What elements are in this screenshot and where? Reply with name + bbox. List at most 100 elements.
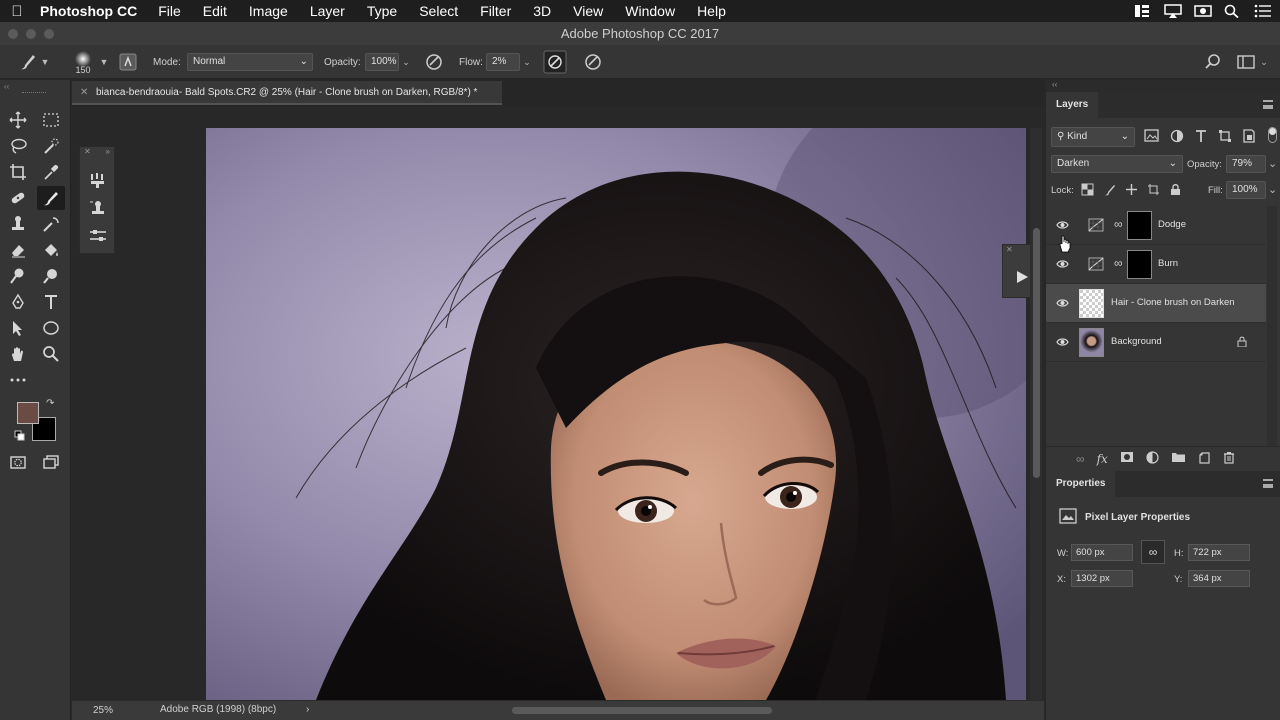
history-brush-tool-icon[interactable]: [37, 212, 65, 236]
chevron-down-icon[interactable]: ⌄: [1268, 183, 1277, 196]
app-menu[interactable]: Photoshop CC: [40, 3, 137, 19]
type-tool-icon[interactable]: [37, 290, 65, 314]
zoom-tool-icon-alt[interactable]: [37, 264, 65, 288]
add-mask-icon[interactable]: [1120, 451, 1134, 466]
default-colors-icon[interactable]: [14, 430, 26, 445]
chevron-down-icon[interactable]: ▼: [38, 57, 52, 67]
quick-selection-tool-icon[interactable]: [37, 134, 65, 158]
link-layers-icon[interactable]: ∞: [1076, 452, 1085, 466]
mode-select[interactable]: Normal ⌄: [187, 53, 313, 71]
visibility-eye-icon[interactable]: [1056, 259, 1069, 269]
y-input[interactable]: 364 px: [1188, 570, 1250, 587]
menu-window[interactable]: Window: [625, 3, 675, 19]
layer-opacity-input[interactable]: 79%: [1226, 155, 1266, 173]
blend-mode-select[interactable]: Darken ⌄: [1051, 155, 1183, 173]
ellipse-tool-icon[interactable]: [37, 316, 65, 340]
brush-settings-icon[interactable]: [89, 171, 107, 192]
chevron-down-icon[interactable]: ⌄: [399, 57, 413, 68]
collapse-toolbar-icon[interactable]: ‹‹: [4, 82, 9, 91]
visibility-eye-icon[interactable]: [1056, 220, 1069, 230]
horizontal-scrollbar-thumb[interactable]: [512, 707, 772, 714]
filter-pixel-icon[interactable]: [1144, 129, 1160, 146]
tab-properties[interactable]: Properties: [1046, 471, 1116, 497]
crop-tool-icon[interactable]: [4, 160, 32, 184]
panel-menu-icon[interactable]: [1263, 479, 1273, 488]
minimize-window-button[interactable]: [26, 29, 36, 39]
fill-input[interactable]: 100%: [1226, 181, 1266, 199]
scrollbar-thumb[interactable]: [1033, 228, 1040, 478]
marquee-tool-icon[interactable]: [37, 108, 65, 132]
layer-row-hair-clone[interactable]: Hair - Clone brush on Darken: [1046, 284, 1266, 323]
panel-dock-collapse[interactable]: ‹‹: [1046, 80, 1280, 92]
pressure-opacity-icon[interactable]: [424, 45, 444, 79]
airplay-icon[interactable]: [1164, 4, 1182, 18]
document-tab[interactable]: ✕ bianca-bendraouia- Bald Spots.CR2 @ 25…: [72, 81, 502, 105]
filter-smart-object-icon[interactable]: [1242, 129, 1256, 146]
screen-record-icon[interactable]: [1194, 4, 1212, 18]
menu-image[interactable]: Image: [249, 3, 288, 19]
pen-tool-icon[interactable]: [4, 290, 32, 314]
notification-center-icon[interactable]: [1254, 4, 1271, 18]
layer-filter-kind[interactable]: ⚲ Kind ⌄: [1051, 127, 1135, 147]
zoom-level-field[interactable]: 25%: [78, 703, 128, 718]
new-group-icon[interactable]: [1171, 451, 1186, 466]
dodge-tool-icon[interactable]: [4, 264, 32, 288]
brush-tool-preset-icon[interactable]: ▼: [18, 45, 52, 79]
visibility-eye-icon[interactable]: [1056, 337, 1069, 347]
layer-row-burn[interactable]: ∞ Burn: [1046, 245, 1266, 284]
eraser-tool-icon[interactable]: [4, 238, 32, 262]
menu-layer[interactable]: Layer: [310, 3, 345, 19]
path-selection-tool-icon[interactable]: [4, 316, 32, 340]
brush-tool-icon[interactable]: [37, 186, 65, 210]
panel-menu-icon[interactable]: [1263, 100, 1273, 109]
menu-edit[interactable]: Edit: [203, 3, 227, 19]
workspace-switcher-icon[interactable]: ⌄: [1237, 45, 1271, 79]
vertical-scrollbar[interactable]: [1030, 128, 1042, 700]
filter-type-icon[interactable]: [1194, 129, 1208, 146]
link-icon[interactable]: ∞: [1114, 256, 1123, 270]
chevron-down-icon[interactable]: ⌄: [520, 57, 534, 68]
move-tool-icon[interactable]: [4, 108, 32, 132]
foreground-color-swatch-front[interactable]: [17, 402, 39, 424]
zoom-tool-icon[interactable]: [37, 342, 65, 366]
chevron-down-icon[interactable]: ⌄: [1257, 57, 1271, 68]
new-adjustment-layer-icon[interactable]: [1146, 450, 1159, 467]
lock-artboard-icon[interactable]: [1147, 183, 1160, 199]
spotlight-search-icon[interactable]: [1224, 4, 1240, 19]
lock-position-icon[interactable]: [1125, 183, 1138, 199]
layer-mask-thumbnail[interactable]: [1127, 211, 1152, 240]
toolbar-grip[interactable]: [22, 92, 46, 95]
filter-toggle-switch[interactable]: [1268, 127, 1277, 143]
close-window-button[interactable]: [8, 29, 18, 39]
adjustments-icon[interactable]: [89, 227, 107, 248]
healing-brush-tool-icon[interactable]: [4, 186, 32, 210]
tab-layers[interactable]: Layers: [1046, 92, 1099, 118]
swap-colors-icon[interactable]: ↷: [46, 398, 54, 409]
chevron-down-icon[interactable]: ⌄: [1268, 157, 1277, 170]
eyedropper-tool-icon[interactable]: [37, 160, 65, 184]
opacity-input[interactable]: 100%: [365, 53, 399, 71]
lock-all-icon[interactable]: [1169, 183, 1182, 199]
close-icon[interactable]: ✕: [1006, 245, 1013, 254]
brush-panel-toggle-icon[interactable]: [118, 45, 138, 79]
clone-stamp-tool-icon[interactable]: [4, 212, 32, 236]
layer-mask-thumbnail[interactable]: [1127, 250, 1152, 279]
clone-source-icon[interactable]: [89, 199, 107, 220]
brush-size-picker[interactable]: 150: [72, 45, 94, 79]
document-canvas[interactable]: [206, 128, 1026, 700]
sidebar-toggle-icon[interactable]: [1134, 4, 1150, 18]
menu-help[interactable]: Help: [697, 3, 726, 19]
hand-tool-icon[interactable]: [4, 342, 32, 366]
height-input[interactable]: 722 px: [1188, 544, 1250, 561]
quick-mask-icon[interactable]: [4, 450, 32, 474]
airbrush-toggle-icon[interactable]: [543, 45, 567, 79]
more-tools-icon[interactable]: [4, 368, 32, 392]
layer-row-dodge[interactable]: ∞ Dodge: [1046, 206, 1266, 245]
play-icon[interactable]: [1015, 270, 1029, 287]
chevron-down-icon[interactable]: ▼: [97, 57, 111, 67]
link-icon[interactable]: ∞: [1114, 217, 1123, 231]
delete-layer-icon[interactable]: [1223, 451, 1235, 467]
screen-mode-icon[interactable]: [37, 450, 65, 474]
layer-row-background[interactable]: Background: [1046, 323, 1266, 362]
menu-file[interactable]: File: [158, 3, 181, 19]
